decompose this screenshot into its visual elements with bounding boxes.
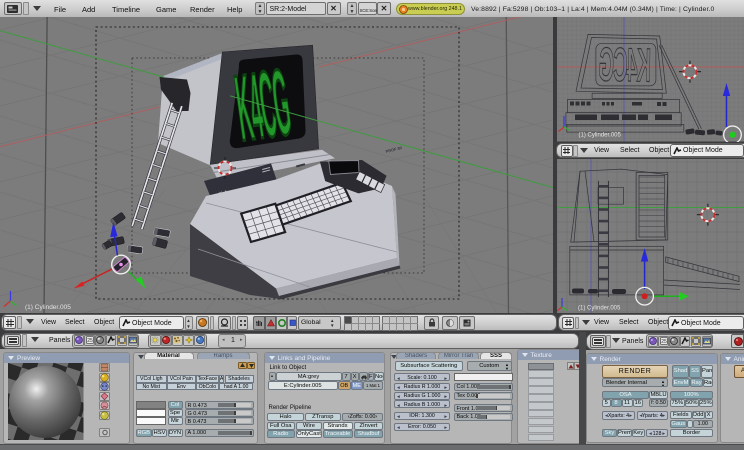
svg-text:25: 25: [661, 339, 667, 345]
svg-text:(1) Cylinder.005: (1) Cylinder.005: [579, 133, 622, 139]
svg-text:(1) Cylinder.005: (1) Cylinder.005: [578, 305, 621, 311]
svg-text:K4CG: K4CG: [599, 37, 652, 91]
svg-text:25: 25: [87, 338, 93, 344]
svg-text:(1) Cylinder.005: (1) Cylinder.005: [25, 304, 71, 311]
